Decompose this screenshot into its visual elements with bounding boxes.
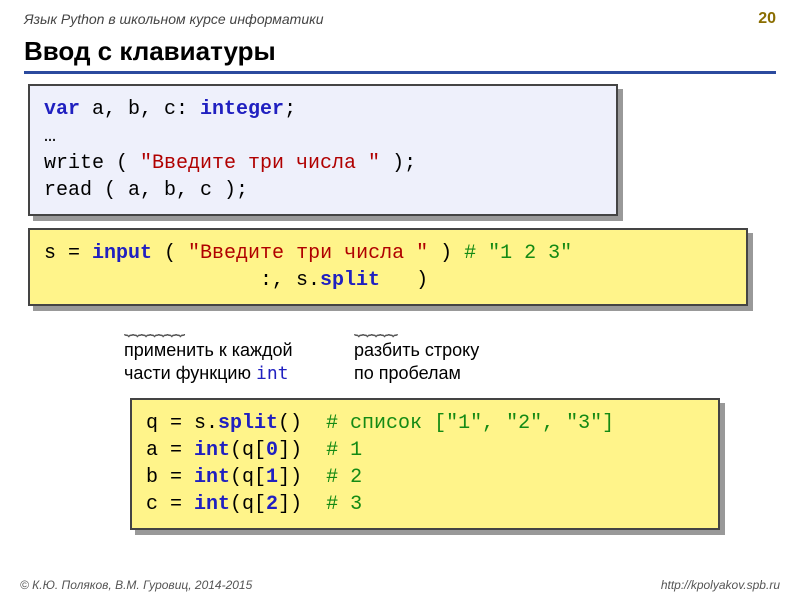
comment: # список ["1", "2", "3"] [326,412,614,435]
kw-int: int [194,439,230,462]
page-number: 20 [758,10,776,28]
annotation-right: разбить строку по пробелам [354,339,564,386]
annotations-block: ⏟⏟⏟⏟⏟⏟⏟ ⏟⏟⏟⏟⏟ применить к каждой части ф… [24,318,776,386]
comment: # 3 [326,493,362,516]
kw-var: var [44,98,80,121]
kw-int-inline: int [256,363,289,384]
string-literal: "Введите три числа " [188,242,428,265]
string-literal: "Введите три числа " [140,152,380,175]
kw-split: split [218,412,278,435]
copyright-text: © К.Ю. Поляков, В.М. Гуровиц, 2014-2015 [20,578,252,592]
kw-split: split [320,269,380,292]
annotation-braces: ⏟⏟⏟⏟⏟⏟⏟ ⏟⏟⏟⏟⏟ [124,318,776,339]
kw-int: int [194,466,230,489]
comment: # "1 2 3" [464,242,572,265]
python-code-box-1: s = input ( "Введите три числа " ) # "1 … [28,228,748,306]
index-1: 1 [266,466,278,489]
footer-bar: © К.Ю. Поляков, В.М. Гуровиц, 2014-2015 … [0,578,800,592]
comment: # 2 [326,466,362,489]
url-text: http://kpolyakov.spb.ru [661,578,780,592]
python-code-box-2: q = s.split() # список ["1", "2", "3"] a… [130,398,720,530]
index-0: 0 [266,439,278,462]
kw-integer: integer [200,98,284,121]
index-2: 2 [266,493,278,516]
subject-text: Язык Python в школьном курсе информатики [24,11,324,27]
kw-int: int [194,493,230,516]
comment: # 1 [326,439,362,462]
header-bar: Язык Python в школьном курсе информатики… [0,0,800,32]
pascal-code-box: var a, b, c: integer; … write ( "Введите… [28,84,618,216]
slide-title: Ввод с клавиатуры [24,36,776,74]
annotation-left: применить к каждой части функцию int [124,339,354,386]
kw-input: input [92,242,152,265]
